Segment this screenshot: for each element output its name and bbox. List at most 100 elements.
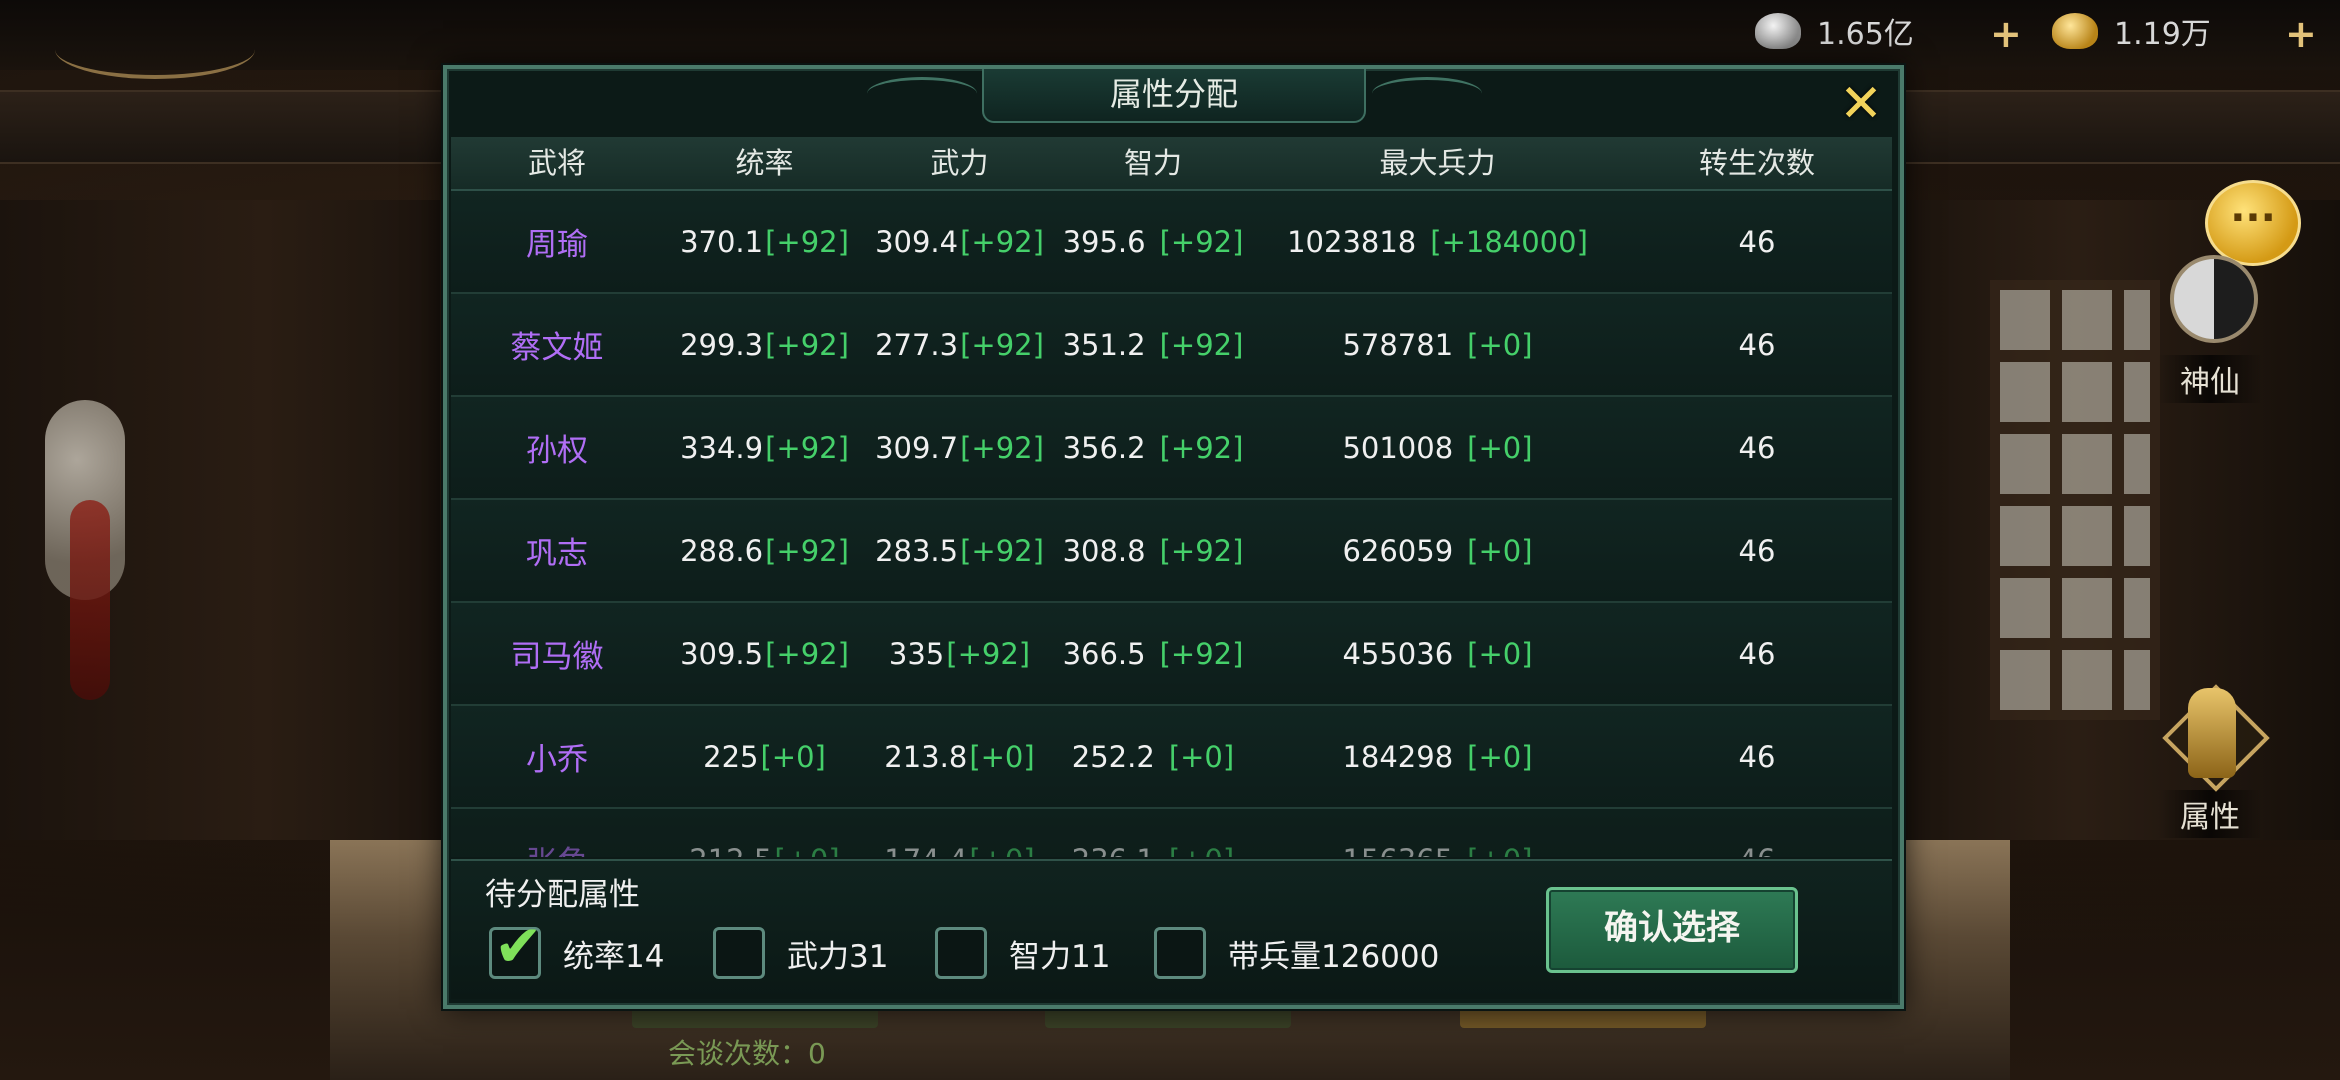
lead-cell: 334.9 [+92] xyxy=(663,397,866,498)
chili-decoration xyxy=(70,500,110,700)
gold-ingot-icon xyxy=(2052,13,2098,49)
lead-bonus: [+92] xyxy=(765,224,849,259)
lead-cell: 370.1 [+92] xyxy=(663,191,866,292)
option-lead[interactable]: 统率14 xyxy=(489,912,664,980)
option-intel[interactable]: 智力11 xyxy=(935,927,1110,979)
cauldron-icon xyxy=(2188,688,2236,778)
silver-resource: 1.65亿 xyxy=(1755,10,1914,52)
table-row[interactable]: 司马徽 309.5 [+92] 335 [+92] 366.5 [+92] 45503… xyxy=(451,603,1892,706)
lead-bonus: [+0] xyxy=(760,739,826,774)
troops-value: 501008 xyxy=(1342,430,1454,465)
option-troops[interactable]: 带兵量126000 xyxy=(1154,927,1439,979)
column-header: 最大兵力 xyxy=(1379,146,1496,180)
force-bonus: [+92] xyxy=(960,533,1044,568)
checkbox-lead[interactable] xyxy=(489,912,543,980)
column-header: 武力 xyxy=(930,146,989,180)
rebirth-value: 46 xyxy=(1738,636,1776,671)
intel-bonus: [+92] xyxy=(1159,430,1244,465)
checkbox-intel[interactable] xyxy=(935,927,987,979)
title-ornament-left xyxy=(867,77,977,110)
troops-bonus: [+0] xyxy=(1467,327,1533,362)
force-bonus: [+0] xyxy=(969,843,1034,858)
top-bar xyxy=(0,0,2340,70)
force-value: 213.8 xyxy=(884,739,968,774)
troops-cell: 626059 [+0] xyxy=(1253,500,1622,601)
troops-bonus: [+0] xyxy=(1467,843,1532,858)
force-bonus: [+92] xyxy=(960,327,1044,362)
general-list[interactable]: 周瑜 370.1 [+92] 309.4 [+92] 395.6 [+92] 1023… xyxy=(451,191,1892,857)
lead-cell: 225 [+0] xyxy=(663,706,866,807)
option-force-label: 武力31 xyxy=(787,938,889,975)
table-header: 武将 统率 武力 智力 最大兵力 转生次数 xyxy=(451,137,1892,191)
immortal-emblem xyxy=(2150,245,2270,365)
troops-value: 578781 xyxy=(1342,327,1454,362)
intel-cell: 395.6 [+92] xyxy=(1053,191,1253,292)
lead-cell: 212.5[+0] xyxy=(663,809,866,858)
attribute-allocation-dialog: 属性分配 ✕ 武将 统率 武力 智力 最大兵力 转生次数 周瑜 370.1 [+9… xyxy=(443,65,1904,1009)
confirm-selection-button[interactable]: 确认选择 xyxy=(1546,887,1798,973)
lead-value: 370.1 xyxy=(680,224,764,259)
lead-value: 288.6 xyxy=(680,533,764,568)
pending-title: 待分配属性 xyxy=(485,877,640,913)
table-row[interactable]: 蔡文姬 299.3 [+92] 277.3 [+92] 351.2 [+92] 578… xyxy=(451,294,1892,397)
silver-amount: 1.65亿 xyxy=(1817,17,1914,52)
intel-cell: 356.2 [+92] xyxy=(1053,397,1253,498)
intel-value: 351.2 xyxy=(1062,327,1146,362)
option-troops-label: 带兵量126000 xyxy=(1228,938,1440,975)
rebirth-value: 46 xyxy=(1738,739,1776,774)
general-name: 小乔 xyxy=(526,742,588,778)
force-value: 335 xyxy=(888,636,945,671)
intel-cell: 308.8 [+92] xyxy=(1053,500,1253,601)
force-cell: 174.4[+0] xyxy=(866,809,1053,858)
troops-value: 184298 xyxy=(1342,739,1454,774)
troops-cell: 156365 [+0] xyxy=(1253,809,1622,858)
intel-value: 356.2 xyxy=(1062,430,1146,465)
gold-resource: 1.19万 xyxy=(2052,10,2211,52)
force-cell: 283.5 [+92] xyxy=(866,500,1053,601)
troops-bonus: [+0] xyxy=(1467,739,1533,774)
add-gold-button[interactable]: + xyxy=(2285,12,2317,56)
troops-bonus: [+184000] xyxy=(1430,224,1588,259)
lead-value: 299.3 xyxy=(680,327,764,362)
lead-bonus: [+92] xyxy=(765,430,849,465)
pending-attributes-panel: 待分配属性 统率14 武力31 智力11 带兵量126000 确认选择 xyxy=(451,859,1892,999)
lead-bonus: [+92] xyxy=(765,327,849,362)
lead-cell: 309.5 [+92] xyxy=(663,603,866,704)
column-header: 转生次数 xyxy=(1698,146,1815,180)
add-silver-button[interactable]: + xyxy=(1990,12,2022,56)
troops-bonus: [+0] xyxy=(1467,430,1533,465)
table-row[interactable]: 张角 212.5[+0] 174.4[+0] 236.1[+0] 156365[… xyxy=(451,809,1892,857)
lead-value: 334.9 xyxy=(680,430,764,465)
intel-cell: 252.2 [+0] xyxy=(1053,706,1253,807)
option-force[interactable]: 武力31 xyxy=(713,927,888,979)
attributes-button[interactable]: 属性 xyxy=(2130,680,2290,838)
lead-bonus: [+92] xyxy=(765,533,849,568)
lead-value: 212.5 xyxy=(689,843,772,858)
column-header: 统率 xyxy=(735,146,794,180)
attributes-emblem xyxy=(2150,680,2270,800)
checkbox-force[interactable] xyxy=(713,927,765,979)
table-row[interactable]: 巩志 288.6 [+92] 283.5 [+92] 308.8 [+92] 6260… xyxy=(451,500,1892,603)
column-header: 智力 xyxy=(1123,146,1182,180)
dialog-title: 属性分配 xyxy=(982,69,1366,123)
rebirth-value: 46 xyxy=(1622,809,1892,858)
game-logo xyxy=(55,20,255,79)
immortal-button[interactable]: 神仙 xyxy=(2130,245,2290,403)
table-row[interactable]: 周瑜 370.1 [+92] 309.4 [+92] 395.6 [+92] 1023… xyxy=(451,191,1892,294)
intel-value: 366.5 xyxy=(1062,636,1146,671)
table-row[interactable]: 小乔 225 [+0] 213.8 [+0] 252.2 [+0] 184298 [+0… xyxy=(451,706,1892,809)
intel-bonus: [+92] xyxy=(1159,224,1244,259)
force-value: 277.3 xyxy=(875,327,959,362)
intel-value: 252.2 xyxy=(1071,739,1155,774)
force-cell: 213.8 [+0] xyxy=(866,706,1053,807)
force-cell: 309.4 [+92] xyxy=(866,191,1053,292)
table-row[interactable]: 孙权 334.9 [+92] 309.7 [+92] 356.2 [+92] 5010… xyxy=(451,397,1892,500)
intel-cell: 236.1 [+0] xyxy=(1053,809,1253,858)
intel-bonus: [+92] xyxy=(1159,327,1244,362)
troops-cell: 1023818 [+184000] xyxy=(1253,191,1622,292)
force-bonus: [+0] xyxy=(969,739,1035,774)
close-icon[interactable]: ✕ xyxy=(1835,78,1887,131)
intel-cell: 366.5 [+92] xyxy=(1053,603,1253,704)
troops-value: 455036 xyxy=(1342,636,1454,671)
checkbox-troops[interactable] xyxy=(1154,927,1206,979)
